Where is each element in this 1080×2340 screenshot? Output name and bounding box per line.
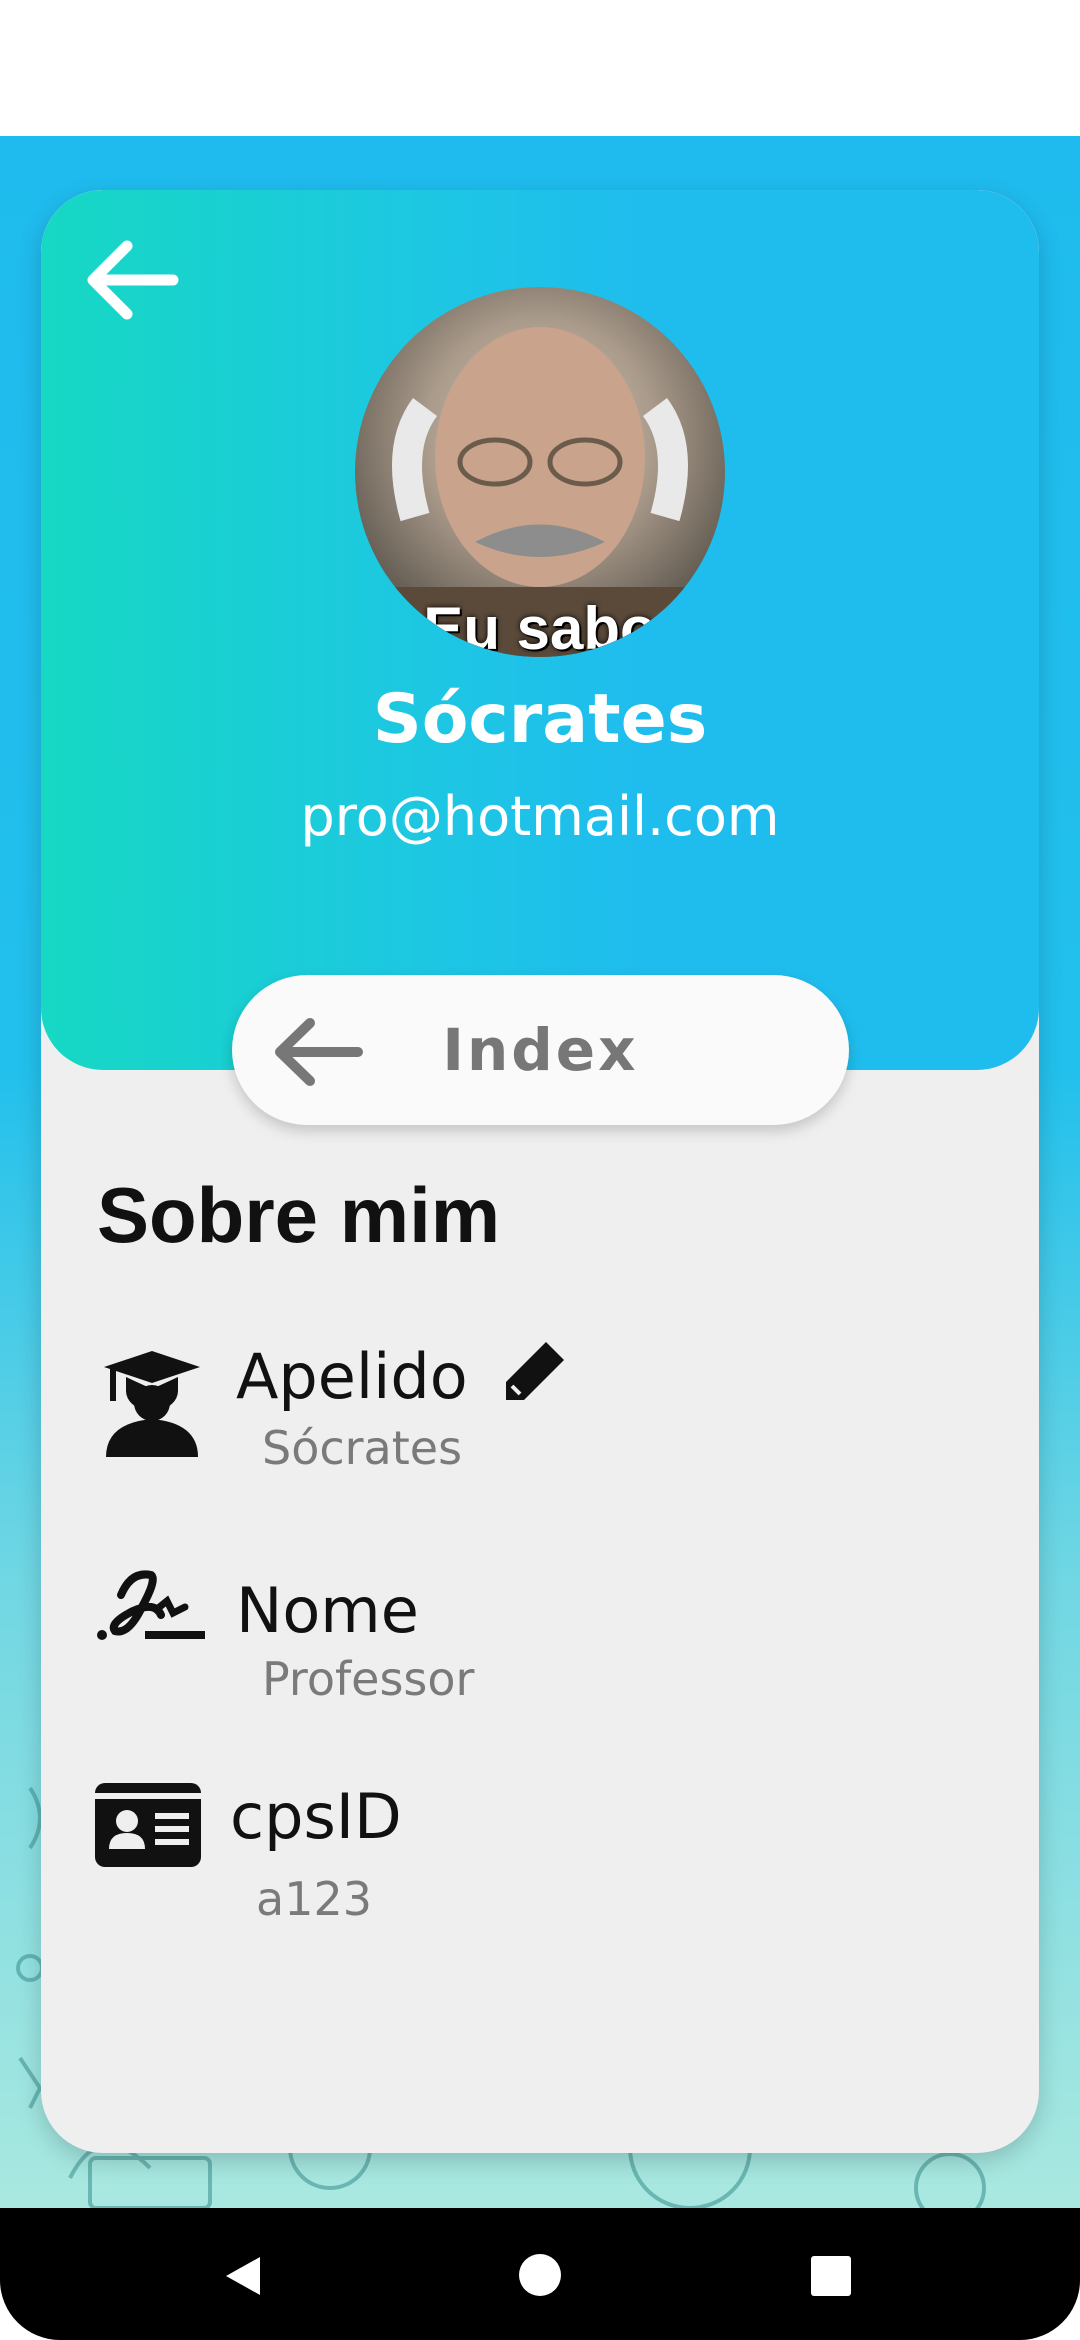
cpsid-label: cpsID	[230, 1780, 402, 1853]
system-nav-bar	[0, 2208, 1080, 2340]
avatar-caption: Eu sabo	[423, 595, 657, 657]
index-button[interactable]: Index	[232, 975, 849, 1125]
status-bar	[0, 0, 1080, 136]
apelido-value: Sócrates	[262, 1421, 463, 1475]
nome-value: Professor	[262, 1652, 475, 1706]
nav-recents-icon[interactable]	[810, 2255, 852, 2297]
id-card-icon	[95, 1783, 201, 1867]
cpsid-value: a123	[256, 1872, 372, 1926]
nav-home-icon[interactable]	[518, 2253, 562, 2297]
profile-header: Eu sabo	[41, 190, 1039, 1070]
profile-email: pro@hotmail.com	[300, 785, 780, 848]
nome-label: Nome	[236, 1574, 419, 1647]
signature-icon	[97, 1570, 205, 1640]
pencil-icon[interactable]	[500, 1336, 570, 1406]
apelido-label: Apelido	[236, 1340, 468, 1413]
graduate-icon	[104, 1351, 200, 1457]
index-button-label: Index	[442, 1016, 639, 1084]
back-arrow-icon[interactable]	[87, 240, 179, 320]
avatar: Eu sabo	[355, 287, 725, 657]
nav-back-icon[interactable]	[220, 2253, 266, 2299]
profile-name: Sócrates	[372, 680, 708, 759]
about-title: Sobre mim	[97, 1171, 501, 1259]
